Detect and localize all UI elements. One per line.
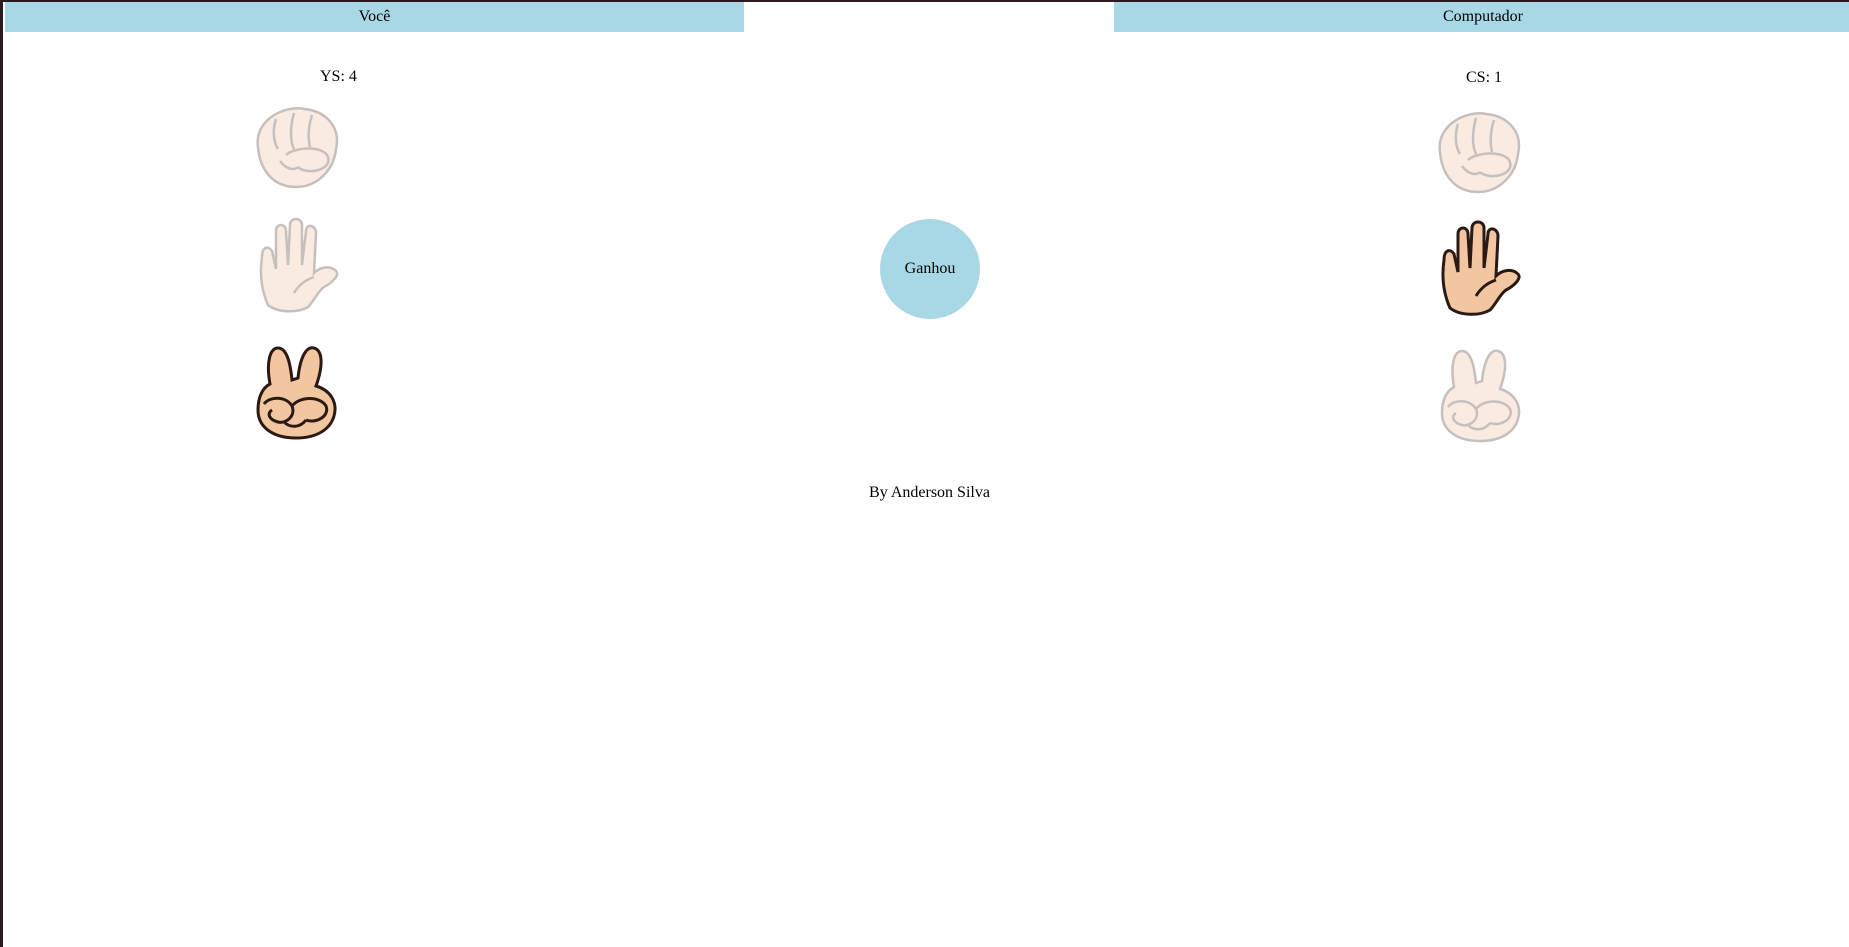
player-score: YS: 4 [320,68,357,85]
player-scissors-button[interactable] [246,342,346,442]
paper-hand-icon [1441,220,1521,316]
footer-credit: By Anderson Silva [869,484,990,501]
player-paper-button[interactable] [246,217,346,317]
scissors-hand-icon [1440,349,1521,443]
rock-hand-icon [256,107,339,189]
player-header-label: Você [358,8,391,25]
rock-hand-icon [1438,112,1521,194]
player-header: Você [5,2,744,32]
computer-paper-hand [1428,220,1528,320]
result-label: Ganhou [904,260,956,277]
player-rock-button[interactable] [246,97,346,197]
computer-header: Computador [1114,2,1849,32]
result-indicator: Ganhou [880,219,980,319]
paper-hand-icon [259,217,339,313]
computer-rock-hand [1428,102,1528,202]
computer-header-label: Computador [1443,8,1523,25]
scissors-hand-icon [256,346,337,440]
game-page: Você Computador YS: 4 CS: 1 Ganhou By An… [0,0,1849,947]
computer-score: CS: 1 [1466,69,1503,86]
computer-scissors-hand [1430,345,1530,445]
